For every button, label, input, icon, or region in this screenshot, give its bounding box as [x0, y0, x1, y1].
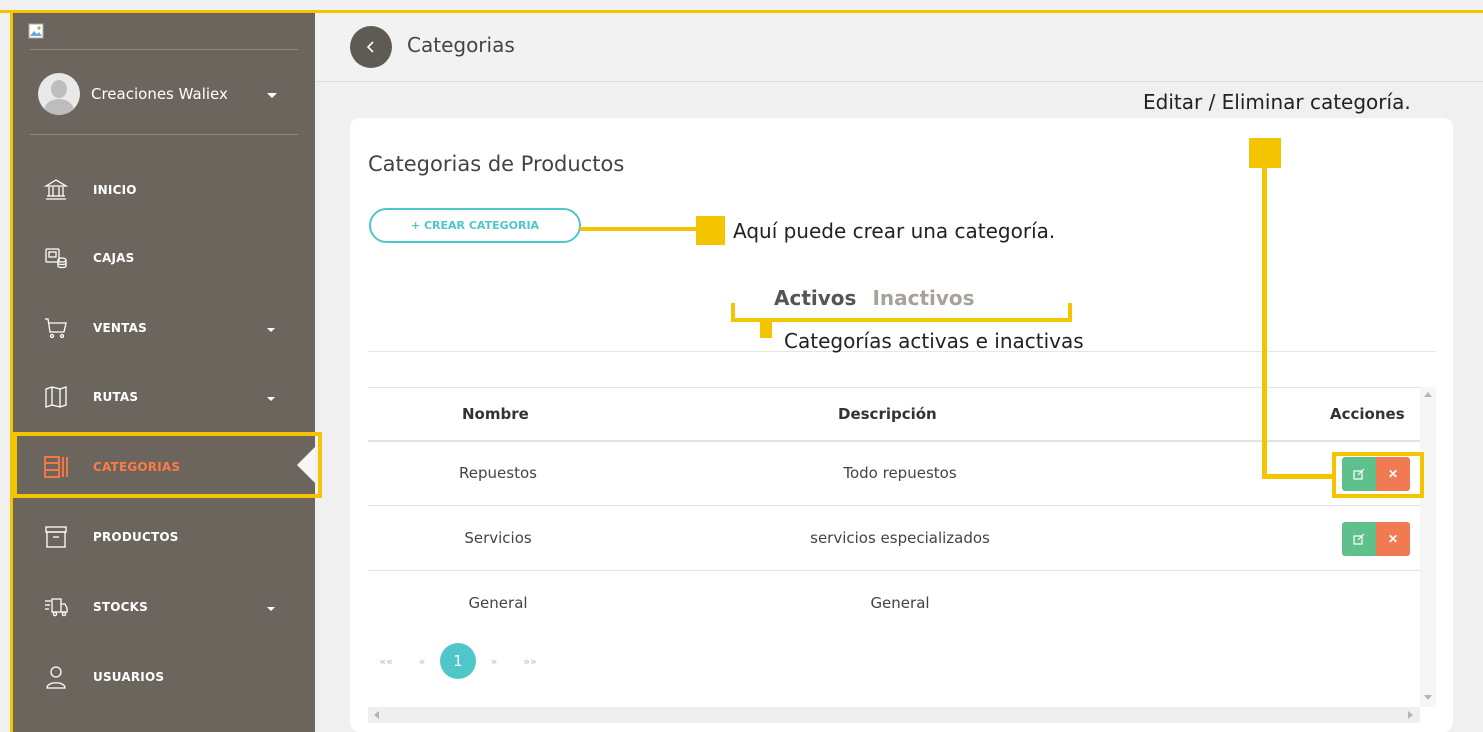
cell-nombre: Repuestos	[459, 464, 537, 482]
cell-descripcion: General	[870, 594, 930, 612]
sidebar-item-inicio[interactable]: INICIO	[13, 169, 315, 211]
sidebar-item-label: CAJAS	[93, 251, 135, 265]
page-prev-button[interactable]: «	[404, 655, 440, 668]
cell-descripcion: Todo repuestos	[843, 464, 957, 482]
sidebar-item-label: VENTAS	[93, 321, 147, 335]
pagination: «« « 1 » »»	[368, 643, 548, 679]
sidebar-item-label: RUTAS	[93, 390, 139, 404]
caret-down-icon	[267, 397, 275, 401]
cell-nombre: General	[468, 594, 528, 612]
cash-register-icon	[43, 245, 69, 271]
table-row: Servicios servicios especializados ✕	[368, 507, 1420, 571]
vertical-scrollbar[interactable]	[1420, 387, 1436, 707]
categories-table: Nombre Descripción Acciones Repuestos To…	[368, 387, 1436, 727]
page-next-button[interactable]: »	[476, 655, 512, 668]
horizontal-scrollbar[interactable]	[368, 707, 1420, 723]
sidebar-item-rutas[interactable]: RUTAS	[13, 376, 315, 418]
annotation-bracket	[731, 303, 735, 321]
bank-icon	[43, 177, 69, 203]
close-icon: ✕	[1387, 532, 1399, 546]
cart-icon	[43, 315, 69, 341]
column-header-acciones: Acciones	[1330, 405, 1405, 423]
map-icon	[43, 384, 69, 410]
annotation-connector	[1262, 474, 1334, 479]
user-name: Creaciones Waliex	[91, 85, 228, 103]
top-bar: Categorias	[315, 13, 1483, 82]
create-category-button[interactable]: + CREAR CATEGORIA	[369, 208, 581, 243]
sidebar-item-label: INICIO	[93, 183, 137, 197]
user-icon	[43, 664, 69, 690]
column-header-nombre: Nombre	[462, 405, 529, 423]
sidebar-item-ventas[interactable]: VENTAS	[13, 307, 315, 349]
cell-nombre: Servicios	[464, 529, 532, 547]
scroll-up-icon[interactable]	[1424, 392, 1432, 397]
sidebar-item-label: STOCKS	[93, 600, 148, 614]
annotation-marker	[760, 322, 772, 338]
annotation-create: Aquí puede crear una categoría.	[733, 219, 1056, 243]
page-last-button[interactable]: »»	[512, 655, 548, 668]
page-current-button[interactable]: 1	[440, 643, 476, 679]
sidebar-item-stocks[interactable]: STOCKS	[13, 586, 315, 628]
annotation-connector	[580, 227, 696, 231]
page-title: Categorias	[407, 33, 515, 57]
truck-icon	[43, 594, 69, 620]
user-menu[interactable]: Creaciones Waliex	[38, 73, 228, 115]
caret-down-icon	[267, 328, 275, 332]
sidebar-item-cajas[interactable]: CAJAS	[13, 237, 315, 279]
status-tabs: Activos Inactivos	[774, 286, 975, 310]
scroll-down-icon[interactable]	[1424, 695, 1432, 700]
annotation-bracket	[731, 318, 1072, 322]
column-header-descripcion: Descripción	[838, 405, 937, 423]
annotation-connector	[1262, 168, 1267, 478]
page-first-button[interactable]: ««	[368, 655, 404, 668]
row-actions: ✕	[1342, 522, 1410, 556]
avatar	[38, 73, 80, 115]
sidebar-divider	[30, 134, 298, 135]
cell-descripcion: servicios especializados	[810, 529, 990, 547]
scroll-right-icon[interactable]	[1408, 711, 1413, 719]
caret-down-icon[interactable]	[267, 93, 277, 98]
archive-box-icon	[43, 524, 69, 550]
sidebar-item-label: USUARIOS	[93, 670, 165, 684]
scroll-left-icon[interactable]	[374, 711, 379, 719]
sidebar-divider	[30, 49, 298, 50]
card-title: Categorias de Productos	[368, 152, 625, 176]
annotation-tabs: Categorías activas e inactivas	[784, 329, 1084, 353]
highlight-box-categorias	[13, 432, 322, 498]
sidebar: Creaciones Waliex INICIO CAJAS VENTAS RU…	[13, 13, 315, 732]
caret-down-icon	[267, 607, 275, 611]
table-row: General General	[368, 572, 1420, 636]
sidebar-item-productos[interactable]: PRODUCTOS	[13, 516, 315, 558]
highlight-frame-left	[10, 10, 13, 732]
annotation-actions: Editar / Eliminar categoría.	[1143, 90, 1411, 114]
edit-button[interactable]	[1342, 522, 1376, 556]
back-button[interactable]	[350, 26, 392, 68]
annotation-marker	[696, 216, 725, 245]
tab-inactivos[interactable]: Inactivos	[872, 286, 974, 310]
annotation-marker	[1249, 138, 1281, 168]
sidebar-item-usuarios[interactable]: USUARIOS	[13, 656, 315, 698]
edit-icon	[1353, 533, 1365, 545]
chevron-left-icon	[366, 41, 374, 53]
annotation-bracket	[1068, 303, 1072, 321]
categories-card: Categorias de Productos + CREAR CATEGORI…	[350, 118, 1453, 732]
tab-activos[interactable]: Activos	[774, 286, 856, 310]
broken-image-icon	[28, 23, 44, 39]
delete-button[interactable]: ✕	[1376, 522, 1410, 556]
sidebar-item-label: PRODUCTOS	[93, 530, 179, 544]
highlight-box-actions	[1332, 452, 1424, 498]
